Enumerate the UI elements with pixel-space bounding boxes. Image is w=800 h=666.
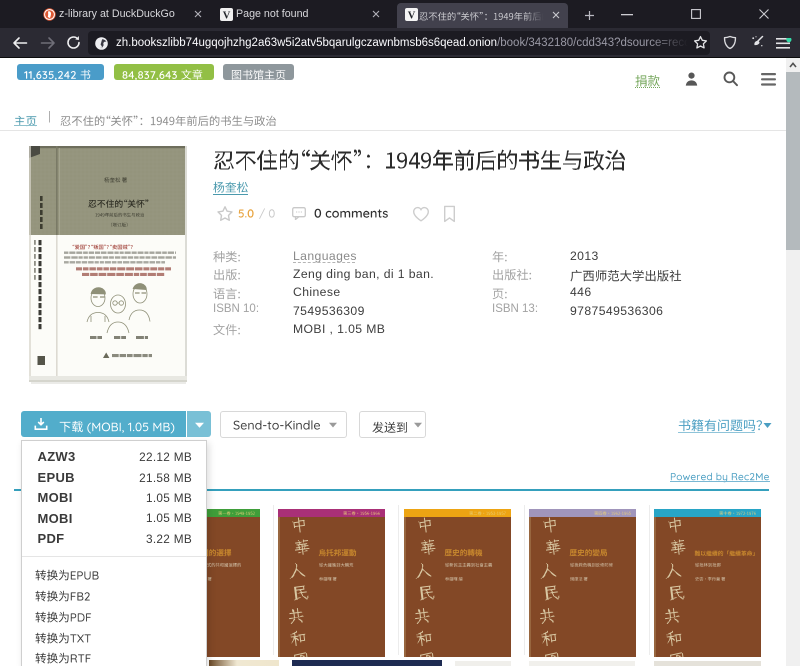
- svg-text:V: V: [408, 10, 416, 21]
- svg-text:V: V: [223, 11, 231, 22]
